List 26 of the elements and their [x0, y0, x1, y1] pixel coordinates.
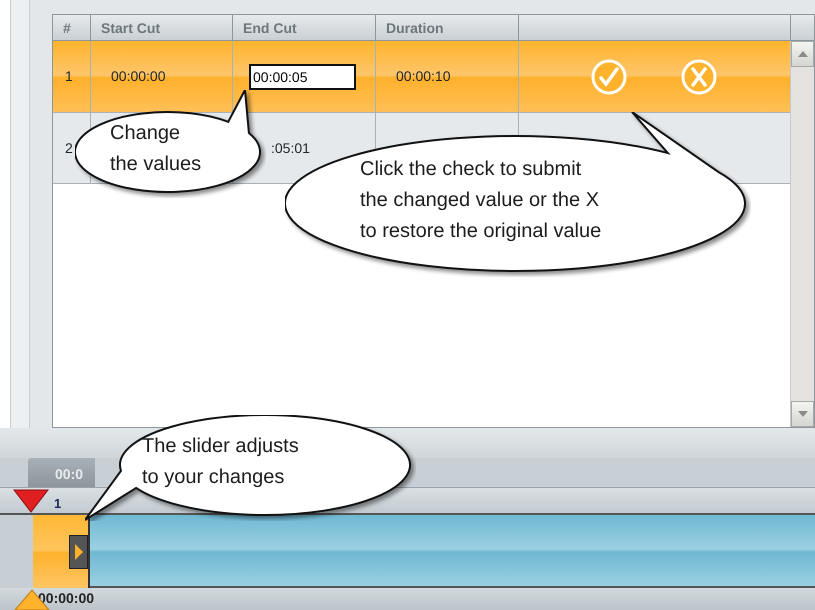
- duration-cell-text: 00:00:10: [396, 67, 450, 86]
- row-number: 1: [65, 67, 73, 86]
- confirm-check-icon[interactable]: [591, 58, 627, 94]
- column-header[interactable]: End Cut: [233, 15, 376, 40]
- table-row[interactable]: 1 00:00:00 00:00:05 00:00:10: [53, 41, 790, 113]
- end-cut-cell-text: :05:01: [271, 138, 310, 158]
- up-arrow-icon[interactable]: [798, 51, 808, 57]
- scrollbar[interactable]: [790, 41, 814, 427]
- clip-segment[interactable]: [33, 515, 90, 588]
- callout-text: Click the check to submit the changed value or the X to restore the original value: [360, 157, 602, 244]
- down-arrow-icon[interactable]: [798, 411, 808, 417]
- clip-handle-icon[interactable]: [69, 534, 88, 568]
- track-number: 1: [54, 494, 62, 512]
- cancel-x-icon[interactable]: [681, 58, 717, 94]
- end-cut-input[interactable]: 00:00:05: [249, 64, 356, 90]
- callout-text: The slider adjusts to your changes: [142, 434, 299, 490]
- callout-text: Change the values: [110, 121, 202, 177]
- column-header[interactable]: #: [53, 15, 91, 40]
- row-number: 2: [65, 138, 73, 158]
- column-header[interactable]: Duration: [376, 15, 519, 40]
- start-cut-cell-text: 00:00:00: [111, 67, 166, 86]
- scroll-up-button[interactable]: [791, 41, 814, 67]
- timeline-tab[interactable]: 00:0: [28, 458, 95, 487]
- column-header[interactable]: Start Cut: [91, 15, 233, 40]
- time-label: 00:00:00: [38, 590, 94, 606]
- scroll-down-button[interactable]: [791, 401, 814, 427]
